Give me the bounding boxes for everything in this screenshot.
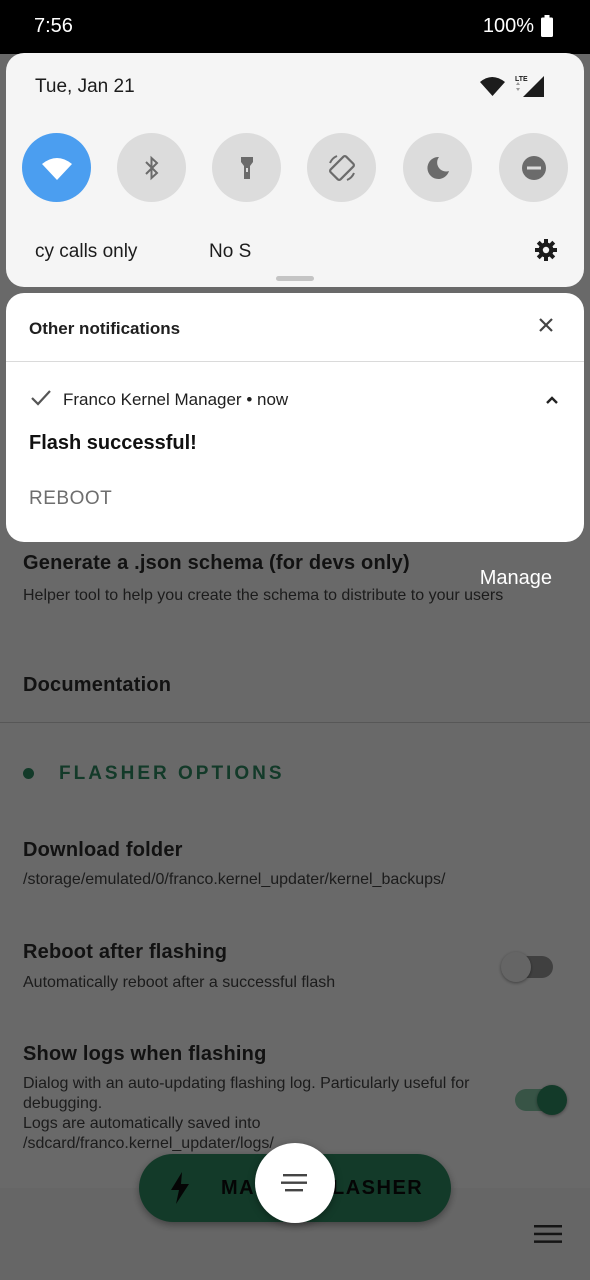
tile-night-light[interactable]: [403, 133, 472, 202]
manual-flasher-label-left: MA: [221, 1177, 256, 1199]
documentation-title: Documentation: [23, 674, 172, 696]
show-logs-toggle[interactable]: [515, 1085, 567, 1115]
tile-label-mobile: cy calls only: [35, 241, 138, 262]
tile-label-sim: No S: [209, 241, 252, 262]
reboot-after-flashing-title: Reboot after flashing: [23, 941, 228, 963]
show-logs-title: Show logs when flashing: [23, 1043, 267, 1065]
check-icon: [30, 389, 52, 412]
notification-group-header: Other notifications: [29, 319, 181, 338]
download-folder-item[interactable]: Download folder /storage/emulated/0/fran…: [23, 839, 550, 890]
reboot-button[interactable]: REBOOT: [29, 488, 112, 510]
reboot-after-flashing-subtitle: Automatically reboot after a successful …: [23, 974, 336, 991]
bluetooth-icon: [144, 155, 158, 180]
generate-schema-subtitle: Helper tool to help you create the schem…: [23, 587, 504, 604]
qs-drag-handle[interactable]: [276, 276, 314, 281]
section-dot: [23, 768, 34, 779]
reboot-after-flashing-toggle[interactable]: [501, 952, 553, 982]
close-icon[interactable]: [536, 315, 556, 340]
menu-icon[interactable]: [534, 1224, 562, 1249]
reboot-after-flashing-item[interactable]: Reboot after flashing Automatically rebo…: [23, 941, 480, 993]
download-folder-path: /storage/emulated/0/franco.kernel_update…: [23, 871, 446, 888]
generate-schema-title: Generate a .json schema (for devs only): [23, 552, 410, 574]
notification-card[interactable]: Other notifications Franco Kernel Manage…: [6, 293, 584, 542]
auto-rotate-icon: [328, 154, 355, 181]
do-not-disturb-icon: [521, 155, 546, 180]
tile-do-not-disturb[interactable]: [499, 133, 568, 202]
status-bar: 7:56 100%: [0, 0, 590, 54]
notes-fab[interactable]: [255, 1143, 335, 1223]
section-header: FLASHER OPTIONS: [59, 763, 285, 784]
tile-auto-rotate[interactable]: [307, 133, 376, 202]
documentation-item[interactable]: Documentation: [23, 674, 530, 697]
tile-bluetooth[interactable]: [117, 133, 186, 202]
quick-settings-panel: Tue, Jan 21 LTE cy calls only No S: [6, 53, 584, 287]
generate-schema-item[interactable]: Generate a .json schema (for devs only) …: [23, 552, 530, 606]
toggle-thumb: [537, 1085, 567, 1115]
notification-app-line: Franco Kernel Manager • now: [63, 390, 289, 409]
tile-flashlight[interactable]: [212, 133, 281, 202]
bolt-icon: [169, 1172, 191, 1209]
toggle-thumb: [501, 952, 531, 982]
show-logs-item[interactable]: Show logs when flashing Dialog with an a…: [23, 1043, 470, 1154]
settings-gear-icon[interactable]: [534, 238, 558, 267]
battery-percent: 100%: [482, 15, 534, 37]
flashlight-icon: [240, 156, 253, 179]
notification-divider: [6, 361, 584, 362]
chevron-up-icon[interactable]: [545, 392, 559, 410]
signal-icons: LTE: [478, 73, 548, 104]
download-folder-title: Download folder: [23, 839, 183, 861]
qs-date: Tue, Jan 21: [35, 76, 135, 97]
wifi-icon: [41, 157, 72, 180]
battery-icon: [541, 15, 553, 42]
night-light-icon: [426, 156, 449, 179]
notification-title: Flash successful!: [29, 432, 197, 454]
show-logs-subtitle-2: Logs are automatically saved into /sdcar…: [23, 1115, 274, 1152]
status-time: 7:56: [34, 15, 73, 37]
show-logs-subtitle: Dialog with an auto-updating flashing lo…: [23, 1075, 470, 1112]
manage-button[interactable]: Manage: [480, 567, 552, 590]
tile-wifi[interactable]: [22, 133, 91, 202]
svg-text:LTE: LTE: [515, 76, 528, 83]
divider: [0, 722, 590, 723]
notes-icon: [281, 1174, 307, 1192]
manual-flasher-label-right: LASHER: [332, 1177, 424, 1199]
